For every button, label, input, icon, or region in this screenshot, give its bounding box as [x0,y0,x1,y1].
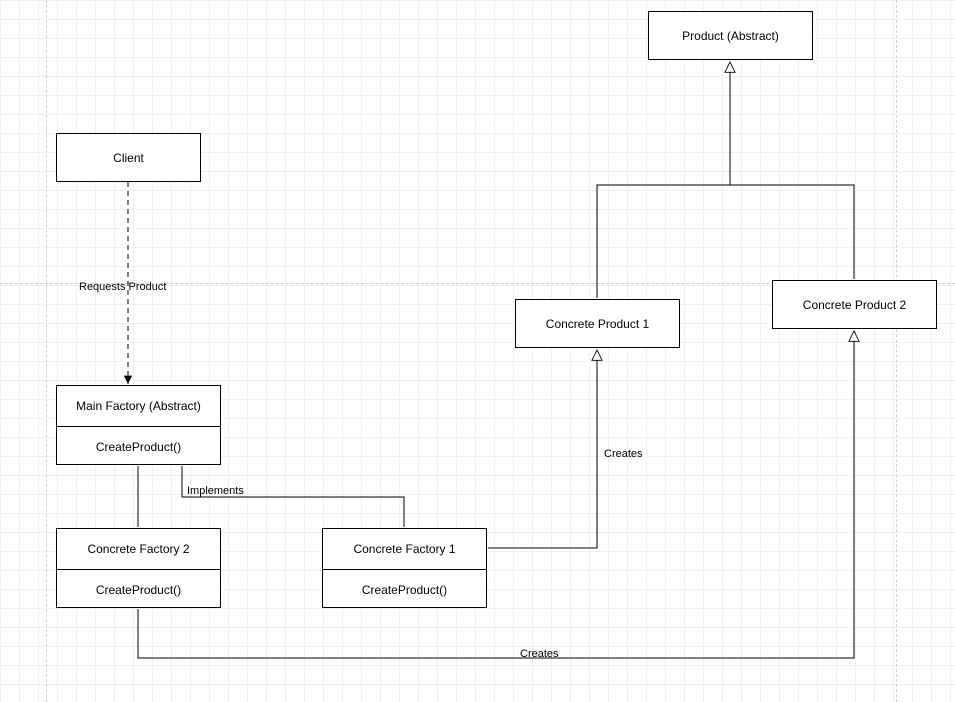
node-concrete-factory-1[interactable]: Concrete Factory 1 CreateProduct() [322,528,487,608]
node-concrete-product-1[interactable]: Concrete Product 1 [515,299,680,348]
node-client-label: Client [57,134,200,181]
node-main-factory-method: CreateProduct() [57,426,220,466]
node-concrete-factory-2-method: CreateProduct() [57,569,220,609]
node-concrete-product-2[interactable]: Concrete Product 2 [772,280,937,329]
node-concrete-factory-1-method: CreateProduct() [323,569,486,609]
edge-label-requests-product: Requests Product [79,281,166,293]
node-main-factory[interactable]: Main Factory (Abstract) CreateProduct() [56,385,221,465]
node-main-factory-title: Main Factory (Abstract) [57,386,220,426]
node-client[interactable]: Client [56,133,201,182]
node-concrete-product-2-label: Concrete Product 2 [773,281,936,328]
node-product-abstract-label: Product (Abstract) [649,12,812,59]
node-concrete-factory-2-title: Concrete Factory 2 [57,529,220,569]
edge-label-creates-2: Creates [520,648,559,660]
node-concrete-product-1-label: Concrete Product 1 [516,300,679,347]
node-product-abstract[interactable]: Product (Abstract) [648,11,813,60]
diagram-canvas[interactable]: Client Main Factory (Abstract) CreatePro… [0,0,955,702]
node-concrete-factory-2[interactable]: Concrete Factory 2 CreateProduct() [56,528,221,608]
edge-label-creates-1: Creates [604,448,643,460]
edge-label-implements: Implements [187,485,244,497]
guide-vertical-left [46,0,47,702]
guide-vertical-right [896,0,897,702]
node-concrete-factory-1-title: Concrete Factory 1 [323,529,486,569]
